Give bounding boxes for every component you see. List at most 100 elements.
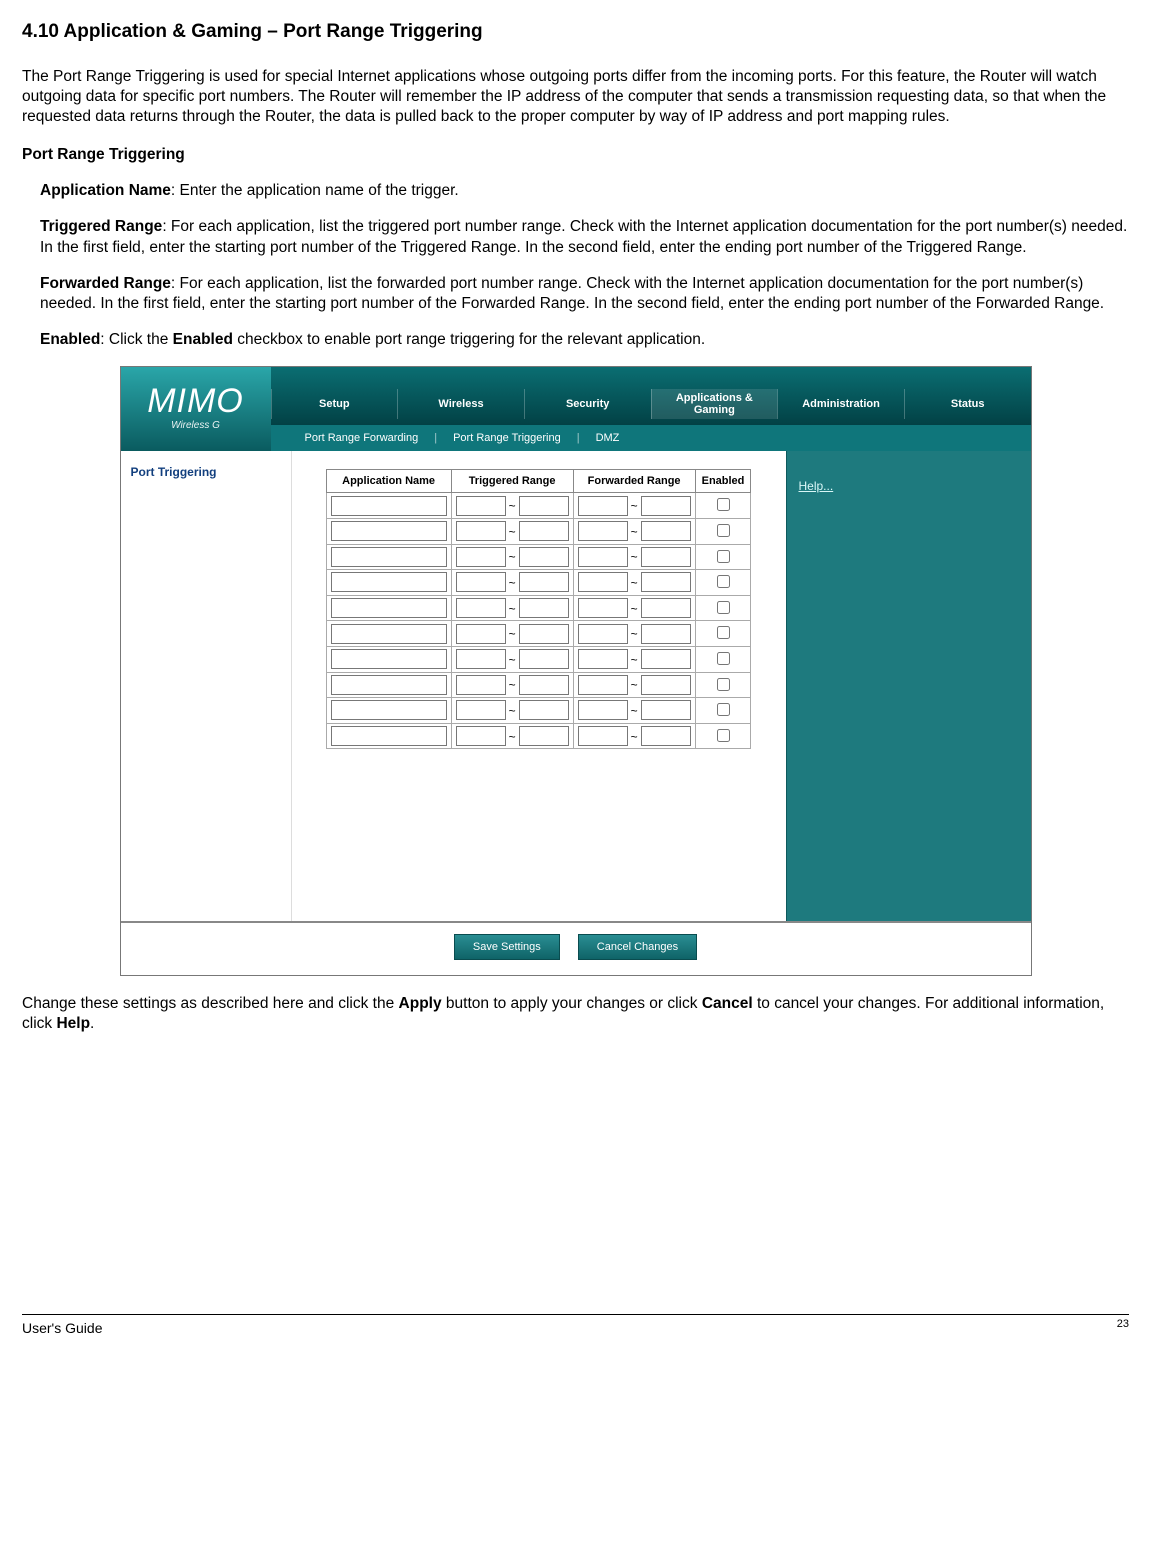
application-name-input[interactable] <box>331 572 447 592</box>
trigger-table: Application NameTriggered RangeForwarded… <box>326 469 752 749</box>
forwarded-end-input[interactable] <box>641 675 691 695</box>
nav-tab-setup[interactable]: Setup <box>271 389 398 419</box>
range-separator: ~ <box>506 499 519 513</box>
enabled-checkbox[interactable] <box>717 498 730 511</box>
triggered-start-input[interactable] <box>456 700 506 720</box>
forwarded-end-input[interactable] <box>641 649 691 669</box>
range-separator: ~ <box>506 602 519 616</box>
application-name-input[interactable] <box>331 496 447 516</box>
range-separator: ~ <box>628 653 641 667</box>
enabled-checkbox[interactable] <box>717 626 730 639</box>
cancel-changes-button[interactable]: Cancel Changes <box>578 934 697 960</box>
forwarded-end-input[interactable] <box>641 598 691 618</box>
application-name-input[interactable] <box>331 675 447 695</box>
triggered-start-input[interactable] <box>456 572 506 592</box>
triggered-end-input[interactable] <box>519 675 569 695</box>
table-row: ~~ <box>326 518 751 544</box>
closing-paragraph: Change these settings as described here … <box>22 994 1129 1034</box>
forwarded-start-input[interactable] <box>578 547 628 567</box>
forwarded-end-input[interactable] <box>641 572 691 592</box>
table-row: ~~ <box>326 493 751 519</box>
triggered-end-input[interactable] <box>519 700 569 720</box>
forwarded-start-input[interactable] <box>578 649 628 669</box>
triggered-start-input[interactable] <box>456 598 506 618</box>
triggered-start-input[interactable] <box>456 675 506 695</box>
help-link[interactable]: Help... <box>799 479 834 493</box>
range-separator: ~ <box>506 730 519 744</box>
range-separator: ~ <box>506 525 519 539</box>
field-forwarded-range: Forwarded Range: For each application, l… <box>40 274 1129 314</box>
application-name-input[interactable] <box>331 624 447 644</box>
enabled-checkbox[interactable] <box>717 575 730 588</box>
forwarded-end-input[interactable] <box>641 547 691 567</box>
separator: | <box>434 431 437 445</box>
text: : Enter the application name of the trig… <box>171 182 459 199</box>
forwarded-start-input[interactable] <box>578 700 628 720</box>
forwarded-start-input[interactable] <box>578 675 628 695</box>
application-name-input[interactable] <box>331 547 447 567</box>
text: : For each application, list the forward… <box>40 275 1104 312</box>
triggered-end-input[interactable] <box>519 726 569 746</box>
subnav-port-range-triggering[interactable]: Port Range Triggering <box>447 431 567 445</box>
logo-subtext: Wireless G <box>171 419 220 432</box>
application-name-input[interactable] <box>331 726 447 746</box>
nav-tab-administration[interactable]: Administration <box>777 389 904 419</box>
enabled-checkbox[interactable] <box>717 652 730 665</box>
triggered-end-input[interactable] <box>519 521 569 541</box>
forwarded-start-input[interactable] <box>578 521 628 541</box>
enabled-checkbox[interactable] <box>717 703 730 716</box>
forwarded-end-input[interactable] <box>641 700 691 720</box>
forwarded-start-input[interactable] <box>578 726 628 746</box>
triggered-end-input[interactable] <box>519 598 569 618</box>
triggered-start-input[interactable] <box>456 547 506 567</box>
router-body: Port Triggering Application NameTriggere… <box>121 451 1031 921</box>
application-name-input[interactable] <box>331 521 447 541</box>
range-separator: ~ <box>506 576 519 590</box>
triggered-start-input[interactable] <box>456 726 506 746</box>
forwarded-end-input[interactable] <box>641 624 691 644</box>
forwarded-end-input[interactable] <box>641 521 691 541</box>
range-separator: ~ <box>506 550 519 564</box>
triggered-end-input[interactable] <box>519 572 569 592</box>
save-settings-button[interactable]: Save Settings <box>454 934 560 960</box>
triggered-end-input[interactable] <box>519 547 569 567</box>
application-name-input[interactable] <box>331 598 447 618</box>
enabled-checkbox[interactable] <box>717 524 730 537</box>
nav-tab-wireless[interactable]: Wireless <box>397 389 524 419</box>
forwarded-end-input[interactable] <box>641 496 691 516</box>
forwarded-start-input[interactable] <box>578 624 628 644</box>
panel-title: Port Triggering <box>131 465 217 479</box>
triggered-end-input[interactable] <box>519 496 569 516</box>
forwarded-start-input[interactable] <box>578 598 628 618</box>
forwarded-start-input[interactable] <box>578 496 628 516</box>
forwarded-start-input[interactable] <box>578 572 628 592</box>
triggered-start-input[interactable] <box>456 496 506 516</box>
enabled-checkbox[interactable] <box>717 550 730 563</box>
subnav-port-range-forwarding[interactable]: Port Range Forwarding <box>299 431 425 445</box>
triggered-start-input[interactable] <box>456 624 506 644</box>
col-application-name: Application Name <box>326 470 451 493</box>
triggered-end-input[interactable] <box>519 624 569 644</box>
nav-tab-status[interactable]: Status <box>904 389 1031 419</box>
router-header: MIMO Wireless G SetupWirelessSecurityApp… <box>121 367 1031 451</box>
logo-text: MIMO <box>147 386 244 417</box>
text-post: checkbox to enable port range triggering… <box>233 331 705 348</box>
table-row: ~~ <box>326 672 751 698</box>
nav-tab-applications-gaming[interactable]: Applications & Gaming <box>651 389 778 419</box>
nav-tab-security[interactable]: Security <box>524 389 651 419</box>
triggered-start-input[interactable] <box>456 521 506 541</box>
triggered-end-input[interactable] <box>519 649 569 669</box>
triggered-start-input[interactable] <box>456 649 506 669</box>
subnav-dmz[interactable]: DMZ <box>590 431 626 445</box>
enabled-checkbox[interactable] <box>717 729 730 742</box>
application-name-input[interactable] <box>331 700 447 720</box>
enabled-checkbox[interactable] <box>717 601 730 614</box>
footer-page-number: 23 <box>1117 1317 1129 1335</box>
range-separator: ~ <box>628 730 641 744</box>
intro-paragraph: The Port Range Triggering is used for sp… <box>22 67 1129 127</box>
range-separator: ~ <box>506 678 519 692</box>
enabled-checkbox[interactable] <box>717 678 730 691</box>
range-separator: ~ <box>628 627 641 641</box>
forwarded-end-input[interactable] <box>641 726 691 746</box>
application-name-input[interactable] <box>331 649 447 669</box>
